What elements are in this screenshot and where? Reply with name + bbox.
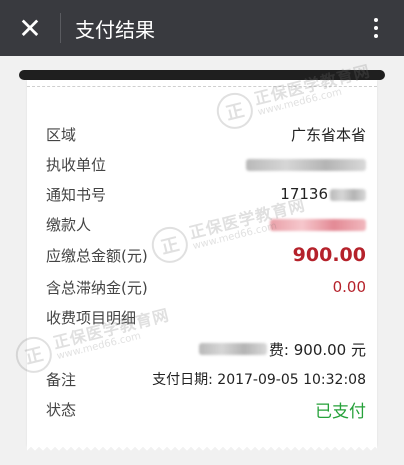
page-title: 支付结果: [75, 17, 155, 42]
top-bar: ✕ 支付结果: [0, 0, 404, 56]
receipt-printer-slot: [19, 70, 385, 80]
collecting-unit-label: 执收单位: [46, 155, 107, 174]
late-fee-label: 含总滞纳金(元): [46, 278, 148, 297]
more-dot: [374, 26, 378, 30]
row-remark: 备注 支付日期: 2017-09-05 10:32:08: [46, 367, 366, 391]
fee-details-label: 收费项目明细: [46, 308, 137, 327]
more-options-icon[interactable]: [348, 0, 404, 56]
row-region: 区域 广东省本省: [46, 122, 366, 146]
late-fee-value: 0.00: [332, 278, 366, 296]
total-amount-label: 应缴总金额(元): [46, 246, 148, 265]
status-paid-badge: 已支付: [315, 401, 366, 422]
notice-number-label: 通知书号: [46, 185, 107, 204]
fee-item-value: 费: 900.00 元: [198, 339, 366, 360]
row-payer: 缴款人: [46, 212, 366, 236]
close-icon[interactable]: ✕: [0, 0, 60, 56]
more-dot: [374, 34, 378, 38]
total-amount-value: 900.00: [292, 244, 366, 266]
payer-value-redacted: [270, 215, 366, 233]
region-value: 广东省本省: [290, 125, 366, 144]
receipt-tear-line: [27, 86, 377, 87]
payment-date-value: 支付日期: 2017-09-05 10:32:08: [152, 372, 366, 388]
row-status: 状态 已支付: [46, 397, 366, 422]
header-divider: [60, 13, 61, 43]
receipt-card: 区域 广东省本省 执收单位 通知书号 17136 缴款人 应缴总金额(元) 90…: [27, 80, 377, 445]
row-fee-item: 费: 900.00 元: [46, 337, 366, 361]
row-late-fee: 含总滞纳金(元) 0.00: [46, 275, 366, 299]
remark-label: 备注: [46, 370, 77, 389]
payer-label: 缴款人: [46, 215, 92, 234]
fee-item-name-redacted: [198, 343, 267, 355]
status-label: 状态: [46, 400, 77, 419]
notice-number-value: 17136: [280, 185, 366, 203]
row-notice-number: 通知书号 17136: [46, 182, 366, 206]
row-fee-details: 收费项目明细: [46, 305, 366, 329]
receipt-zigzag-edge: [27, 445, 377, 453]
fee-item-amount: 费: 900.00 元: [268, 340, 366, 359]
collecting-unit-value-redacted: [246, 155, 366, 173]
more-dot: [374, 18, 378, 22]
row-total-amount: 应缴总金额(元) 900.00: [46, 243, 366, 267]
region-label: 区域: [46, 125, 77, 144]
row-collecting-unit: 执收单位: [46, 152, 366, 176]
